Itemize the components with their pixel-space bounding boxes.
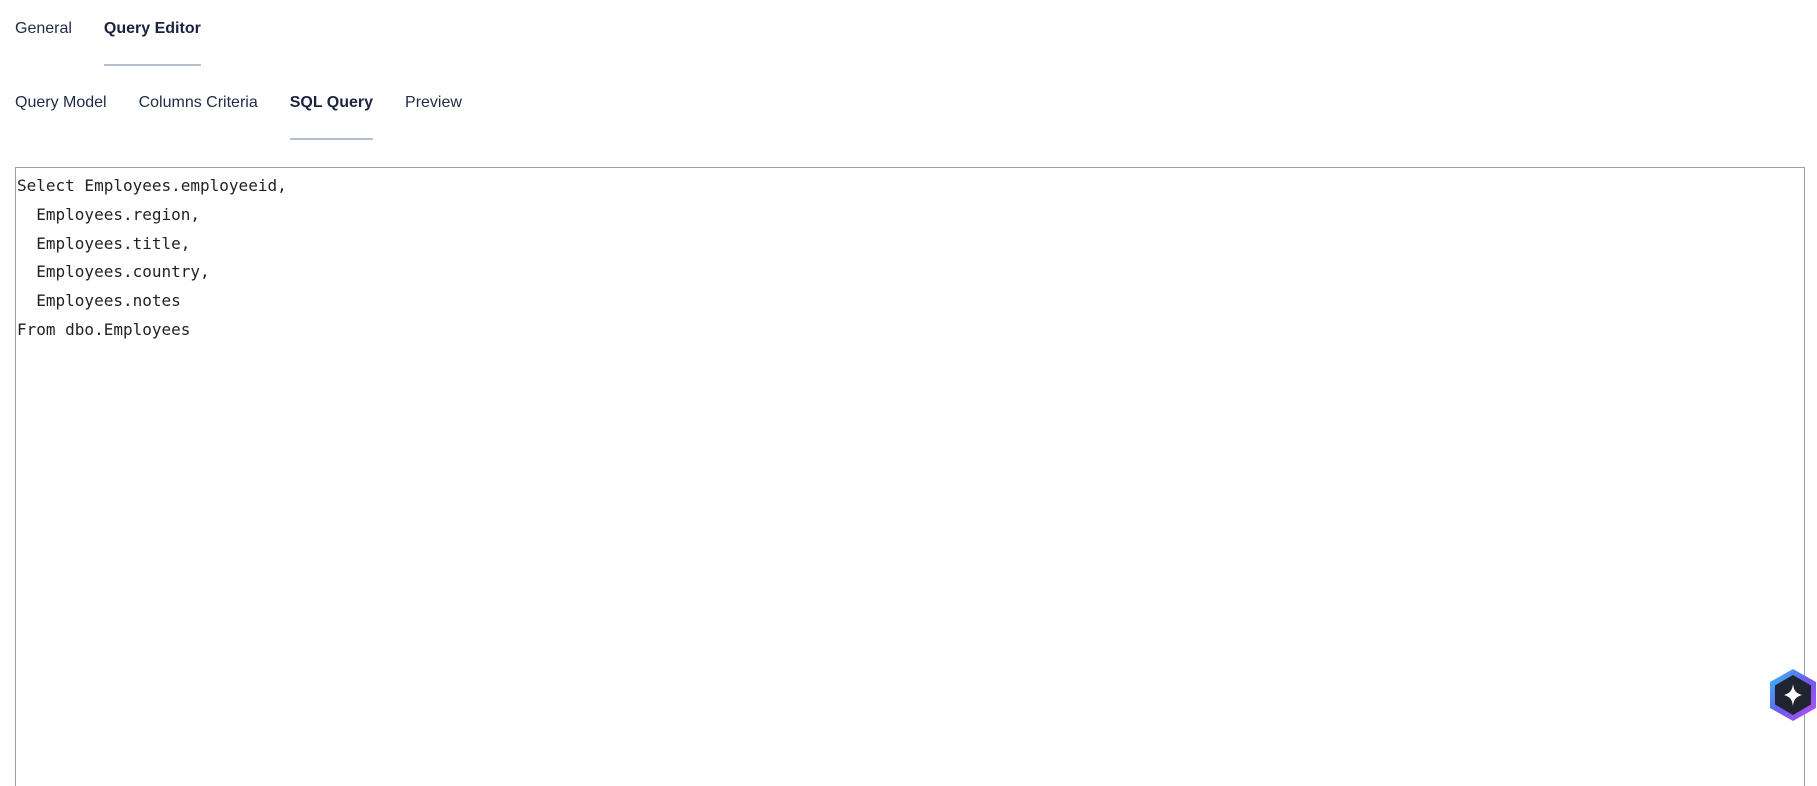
- tab-columns-criteria[interactable]: Columns Criteria: [139, 94, 258, 140]
- secondary-tabs: Query Model Columns Criteria SQL Query P…: [15, 94, 494, 140]
- tab-query-model[interactable]: Query Model: [15, 94, 107, 140]
- sql-line: Employees.country,: [17, 262, 210, 282]
- tab-query-editor[interactable]: Query Editor: [103, 20, 201, 66]
- sparkle-icon: [1770, 669, 1816, 721]
- primary-tabs: General Query Editor: [15, 20, 233, 66]
- sql-line: Select Employees.employeeid,: [17, 176, 287, 195]
- tab-general[interactable]: General: [15, 20, 72, 66]
- sql-editor[interactable]: Select Employees.employeeid, Employees.r…: [15, 167, 1805, 786]
- tab-preview[interactable]: Preview: [405, 94, 462, 140]
- sql-line: Employees.notes: [17, 291, 181, 311]
- sql-line: Employees.region,: [17, 204, 201, 224]
- query-builder-page: General Query Editor Query Model Columns…: [0, 0, 1817, 786]
- assistant-button[interactable]: [1766, 667, 1817, 723]
- tab-sql-query[interactable]: SQL Query: [289, 94, 374, 140]
- sql-line: From dbo.Employees: [17, 319, 191, 339]
- sql-line: Employees.title,: [17, 233, 191, 253]
